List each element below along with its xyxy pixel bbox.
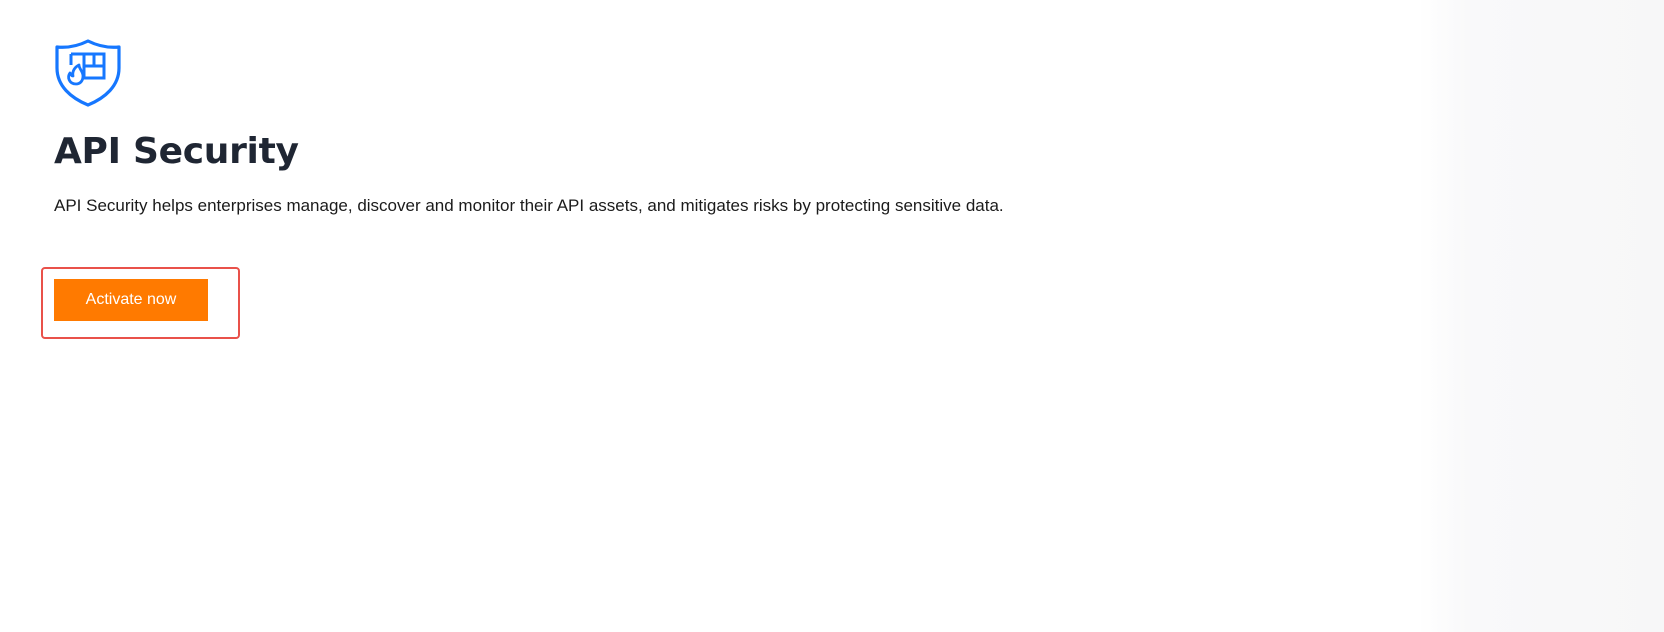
activate-now-button[interactable]: Activate now (54, 279, 208, 321)
product-description: API Security helps enterprises manage, d… (54, 196, 1004, 215)
right-side-panel (1418, 0, 1664, 632)
shield-firewall-icon (55, 39, 121, 107)
product-intro: API Security API Security helps enterpri… (54, 38, 1004, 218)
page-title: API Security (54, 131, 299, 172)
